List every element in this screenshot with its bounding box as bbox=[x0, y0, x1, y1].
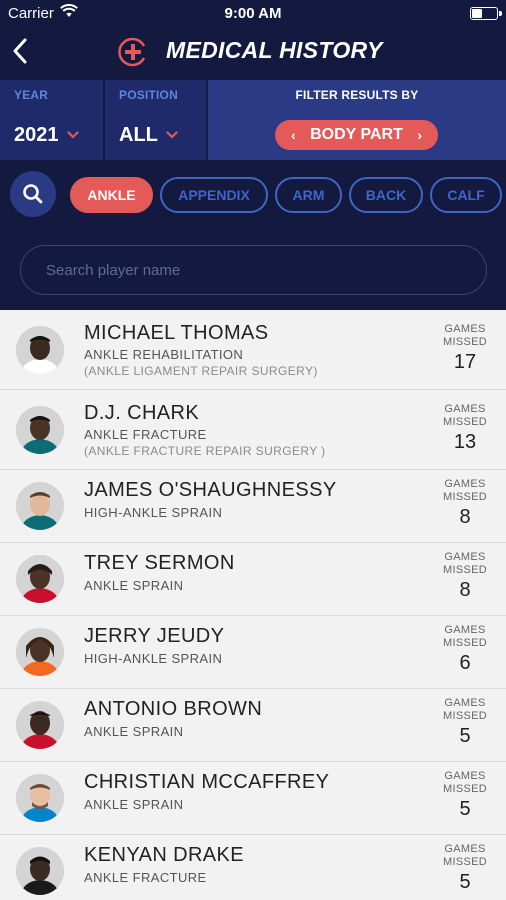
filter-by-label: FILTER RESULTS BY bbox=[295, 88, 419, 102]
chip-back[interactable]: BACK bbox=[349, 177, 423, 213]
games-missed-value: 13 bbox=[453, 431, 477, 453]
chevron-down-icon bbox=[66, 122, 79, 145]
avatar bbox=[16, 774, 64, 822]
search-button[interactable] bbox=[10, 171, 56, 217]
list-item[interactable]: KENYAN DRAKE ANKLE FRACTURE GAMES MISSED… bbox=[0, 835, 506, 900]
list-item[interactable]: JERRY JEUDY HIGH-ANKLE SPRAIN GAMES MISS… bbox=[0, 616, 506, 689]
games-missed-value: 5 bbox=[459, 871, 471, 893]
filter-bar: YEAR 2021 POSITION ALL FILTER RESULTS BY… bbox=[0, 80, 506, 160]
chevron-right-icon[interactable]: › bbox=[417, 120, 422, 150]
status-bar: Carrier 9:00 AM bbox=[0, 0, 506, 28]
games-missed-label-line1: GAMES bbox=[444, 551, 486, 563]
avatar bbox=[16, 555, 64, 603]
chip-calf[interactable]: CALF bbox=[430, 177, 502, 213]
injury-label: ANKLE SPRAIN bbox=[84, 724, 184, 739]
games-missed-label-line2: MISSED bbox=[443, 637, 487, 649]
games-missed-label-line1: GAMES bbox=[444, 770, 486, 782]
position-value: ALL bbox=[119, 124, 178, 147]
games-missed: GAMES MISSED 5 bbox=[438, 843, 492, 894]
injury-label: ANKLE FRACTURE bbox=[84, 427, 207, 442]
year-value: 2021 bbox=[14, 124, 79, 147]
player-name: JERRY JEUDY bbox=[84, 625, 225, 647]
games-missed: GAMES MISSED 5 bbox=[438, 697, 492, 748]
games-missed: GAMES MISSED 6 bbox=[438, 624, 492, 675]
games-missed: GAMES MISSED 13 bbox=[438, 403, 492, 454]
search-input[interactable] bbox=[20, 245, 487, 295]
games-missed-label-line1: GAMES bbox=[444, 843, 486, 855]
avatar bbox=[16, 628, 64, 676]
injury-label: HIGH-ANKLE SPRAIN bbox=[84, 505, 223, 520]
back-icon[interactable] bbox=[8, 36, 34, 66]
injury-label: ANKLE FRACTURE bbox=[84, 870, 207, 885]
games-missed-label-line1: GAMES bbox=[444, 323, 486, 335]
year-filter[interactable]: YEAR 2021 bbox=[0, 80, 103, 160]
games-missed-value: 8 bbox=[459, 579, 471, 601]
page-title: MEDICAL HISTORY bbox=[166, 37, 383, 63]
position-value-text: ALL bbox=[119, 124, 158, 146]
list-item[interactable]: MICHAEL THOMAS ANKLE REHABILITATION (ANK… bbox=[0, 310, 506, 390]
clock: 9:00 AM bbox=[224, 5, 282, 22]
player-name: KENYAN DRAKE bbox=[84, 844, 245, 866]
player-name: JAMES O'SHAUGHNESSY bbox=[84, 479, 337, 501]
surgery-label: (ANKLE LIGAMENT REPAIR SURGERY) bbox=[84, 364, 318, 378]
list-item[interactable]: TREY SERMON ANKLE SPRAIN GAMES MISSED 8 bbox=[0, 543, 506, 616]
player-name: CHRISTIAN MCCAFFREY bbox=[84, 771, 330, 793]
games-missed-label-line2: MISSED bbox=[443, 783, 487, 795]
avatar bbox=[16, 847, 64, 895]
games-missed: GAMES MISSED 17 bbox=[438, 323, 492, 374]
medical-cross-icon bbox=[117, 36, 149, 68]
list-item[interactable]: ANTONIO BROWN ANKLE SPRAIN GAMES MISSED … bbox=[0, 689, 506, 762]
games-missed-label-line1: GAMES bbox=[444, 478, 486, 490]
position-filter[interactable]: POSITION ALL bbox=[105, 80, 206, 160]
games-missed-value: 5 bbox=[459, 725, 471, 747]
games-missed-label-line2: MISSED bbox=[443, 856, 487, 868]
chip-ankle[interactable]: ANKLE bbox=[70, 177, 153, 213]
games-missed: GAMES MISSED 5 bbox=[438, 770, 492, 821]
list-item[interactable]: D.J. CHARK ANKLE FRACTURE (ANKLE FRACTUR… bbox=[0, 390, 506, 470]
search-icon bbox=[23, 184, 43, 204]
chevron-left-icon[interactable]: ‹ bbox=[291, 120, 296, 150]
games-missed-label-line2: MISSED bbox=[443, 336, 487, 348]
player-name: MICHAEL THOMAS bbox=[84, 322, 269, 344]
body-part-label: BODY PART bbox=[310, 126, 403, 143]
filter-by-panel: FILTER RESULTS BY ‹ BODY PART › bbox=[208, 80, 506, 160]
games-missed-label-line2: MISSED bbox=[443, 710, 487, 722]
avatar bbox=[16, 406, 64, 454]
battery-icon bbox=[470, 7, 502, 20]
header-area: Carrier 9:00 AM MEDICAL HISTORY YEAR 202… bbox=[0, 0, 506, 310]
chevron-down-icon bbox=[166, 122, 178, 145]
injury-label: HIGH-ANKLE SPRAIN bbox=[84, 651, 223, 666]
injury-label: ANKLE REHABILITATION bbox=[84, 347, 244, 362]
games-missed-value: 8 bbox=[459, 506, 471, 528]
body-part-selector[interactable]: ‹ BODY PART › bbox=[275, 120, 438, 150]
injury-label: ANKLE SPRAIN bbox=[84, 578, 184, 593]
year-label: YEAR bbox=[14, 88, 49, 102]
games-missed: GAMES MISSED 8 bbox=[438, 478, 492, 529]
injury-label: ANKLE SPRAIN bbox=[84, 797, 184, 812]
position-label: POSITION bbox=[119, 88, 178, 102]
player-list: MICHAEL THOMAS ANKLE REHABILITATION (ANK… bbox=[0, 310, 506, 900]
player-name: TREY SERMON bbox=[84, 552, 235, 574]
list-item[interactable]: CHRISTIAN MCCAFFREY ANKLE SPRAIN GAMES M… bbox=[0, 762, 506, 835]
games-missed-label-line1: GAMES bbox=[444, 697, 486, 709]
chip-appendix[interactable]: APPENDIX bbox=[160, 177, 268, 213]
year-value-text: 2021 bbox=[14, 124, 59, 146]
games-missed-label-line1: GAMES bbox=[444, 403, 486, 415]
games-missed-label-line1: GAMES bbox=[444, 624, 486, 636]
games-missed: GAMES MISSED 8 bbox=[438, 551, 492, 602]
games-missed-label-line2: MISSED bbox=[443, 491, 487, 503]
games-missed-label-line2: MISSED bbox=[443, 416, 487, 428]
surgery-label: (ANKLE FRACTURE REPAIR SURGERY ) bbox=[84, 444, 326, 458]
games-missed-value: 17 bbox=[453, 351, 477, 373]
list-item[interactable]: JAMES O'SHAUGHNESSY HIGH-ANKLE SPRAIN GA… bbox=[0, 470, 506, 543]
chip-arm[interactable]: ARM bbox=[275, 177, 342, 213]
games-missed-label-line2: MISSED bbox=[443, 564, 487, 576]
avatar bbox=[16, 482, 64, 530]
avatar bbox=[16, 701, 64, 749]
player-name: ANTONIO BROWN bbox=[84, 698, 263, 720]
games-missed-value: 5 bbox=[459, 798, 471, 820]
player-name: D.J. CHARK bbox=[84, 402, 200, 424]
games-missed-value: 6 bbox=[459, 652, 471, 674]
avatar bbox=[16, 326, 64, 374]
